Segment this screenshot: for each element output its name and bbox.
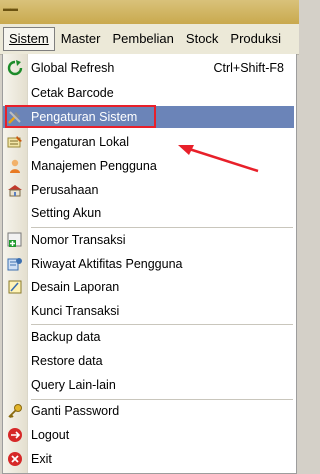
menu-item-label: Perusahaan xyxy=(31,183,99,197)
logout-icon xyxy=(7,427,23,443)
menu-item-label: Setting Akun xyxy=(31,206,102,220)
menu-item-label: Cetak Barcode xyxy=(31,86,114,100)
add-number-icon xyxy=(7,232,23,248)
menu-item-label: Query Lain-lain xyxy=(31,378,116,392)
menu-item-exit[interactable]: Exit xyxy=(3,448,294,470)
menu-bar: Sistem Master Pembelian Stock Produksi xyxy=(0,24,299,55)
menu-item-restore-data[interactable]: Restore data xyxy=(3,350,294,372)
menu-item-global-refresh[interactable]: Global Refresh Ctrl+Shift-F8 xyxy=(3,57,294,79)
history-icon xyxy=(7,256,23,272)
refresh-icon xyxy=(7,60,23,76)
menu-item-label: Exit xyxy=(31,452,52,466)
exit-icon xyxy=(7,451,23,467)
menu-item-label: Restore data xyxy=(31,354,103,368)
building-icon xyxy=(7,182,23,198)
menu-item-label: Manajemen Pengguna xyxy=(31,159,157,173)
key-icon xyxy=(7,403,23,419)
menu-item-label: Riwayat Aktifitas Pengguna xyxy=(31,257,183,271)
menu-produksi[interactable]: Produksi xyxy=(224,28,287,50)
menu-sistem-label: Sistem xyxy=(9,31,49,46)
menu-item-pengaturan-lokal[interactable]: Pengaturan Lokal xyxy=(3,131,294,153)
menu-item-logout[interactable]: Logout xyxy=(3,424,294,446)
menu-item-nomor-transaksi[interactable]: Nomor Transaksi xyxy=(3,229,294,251)
user-icon xyxy=(7,158,23,174)
menu-item-label: Pengaturan Sistem xyxy=(31,110,138,124)
menu-master[interactable]: Master xyxy=(55,28,107,50)
settings-list-icon xyxy=(7,134,23,150)
menu-item-label: Logout xyxy=(31,428,70,442)
menu-item-desain-laporan[interactable]: Desain Laporan xyxy=(3,276,294,298)
menu-item-cetak-barcode[interactable]: Cetak Barcode xyxy=(3,82,294,104)
menu-item-shortcut: Ctrl+Shift-F8 xyxy=(213,61,284,75)
menu-item-pengaturan-sistem[interactable]: Pengaturan Sistem xyxy=(3,106,294,128)
menu-item-ganti-password[interactable]: Ganti Password xyxy=(3,400,294,422)
menu-item-query-lain-lain[interactable]: Query Lain-lain xyxy=(3,374,294,396)
menu-item-kunci-transaksi[interactable]: Kunci Transaksi xyxy=(3,300,294,322)
menu-produksi-label: Produksi xyxy=(230,31,281,46)
menu-item-label: Backup data xyxy=(31,330,101,344)
menu-item-label: Ganti Password xyxy=(31,404,120,418)
menu-pembelian[interactable]: Pembelian xyxy=(106,28,179,50)
report-design-icon xyxy=(7,279,23,295)
menu-item-label: Nomor Transaksi xyxy=(31,233,126,247)
tools-icon xyxy=(7,109,23,125)
menu-item-setting-akun[interactable]: Setting Akun xyxy=(3,202,294,224)
menu-master-label: Master xyxy=(60,31,101,46)
menu-item-perusahaan[interactable]: Perusahaan xyxy=(3,179,294,201)
menu-item-label: Kunci Transaksi xyxy=(31,304,120,318)
menu-item-label: Pengaturan Lokal xyxy=(31,135,129,149)
menu-pembelian-label: Pembelian xyxy=(112,31,174,46)
window-titlebar: ▬▬ xyxy=(0,0,299,24)
menu-stock-label: Stock xyxy=(185,31,219,46)
menu-item-manajemen-pengguna[interactable]: Manajemen Pengguna xyxy=(3,155,294,177)
menu-separator xyxy=(31,324,293,325)
sistem-dropdown-menu: Global Refresh Ctrl+Shift-F8 Cetak Barco… xyxy=(2,54,297,474)
menu-stock[interactable]: Stock xyxy=(180,28,225,50)
menu-item-riwayat-aktifitas-pengguna[interactable]: Riwayat Aktifitas Pengguna xyxy=(3,253,294,275)
menu-item-label: Global Refresh xyxy=(31,61,115,75)
menu-item-backup-data[interactable]: Backup data xyxy=(3,326,294,348)
menu-separator xyxy=(31,227,293,228)
menu-item-label: Desain Laporan xyxy=(31,280,120,294)
menu-sistem[interactable]: Sistem xyxy=(3,27,55,51)
app-icon: ▬▬ xyxy=(3,4,18,13)
